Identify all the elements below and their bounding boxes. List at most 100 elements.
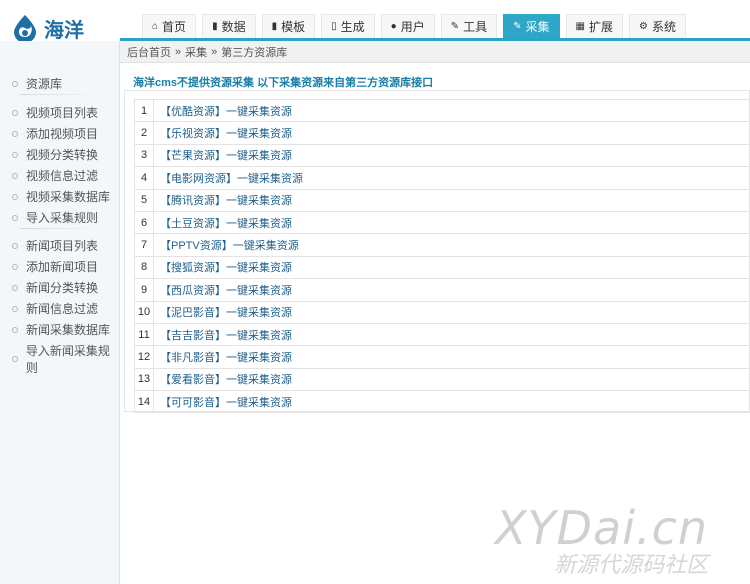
source-table: 1 【优酷资源】一键采集资源 2 【乐视资源】一键采集资源 3 【芒果资源】一键采集资源 4… — [134, 98, 750, 414]
collect-source-link[interactable]: 【非凡影音】一键采集资源 — [153, 345, 750, 369]
sidebar-item[interactable]: 视频信息过滤 — [12, 167, 98, 184]
circle-bullet-icon — [12, 130, 18, 137]
collect-source-link[interactable]: 【爱看影音】一键采集资源 — [153, 367, 750, 392]
row-number: 6 — [134, 210, 154, 235]
collect-source-link[interactable]: 【PPTV资源】一键采集资源 — [153, 233, 750, 257]
collect-source-link[interactable]: 【吉吉影音】一键采集资源 — [153, 322, 750, 347]
tab-5[interactable]: ✎ 工具 — [440, 14, 498, 38]
sidebar-item[interactable]: 新闻采集数据库 — [12, 321, 110, 338]
row-number: 12 — [134, 345, 154, 369]
file-icon: ▮ — [271, 21, 278, 32]
sidebar-item-label: 视频项目列表 — [26, 106, 99, 120]
sidebar-item-label: 资源库 — [26, 77, 63, 91]
tab-6[interactable]: ✎ 采集 — [503, 14, 560, 38]
book-icon: ▮ — [212, 21, 218, 32]
row-number: 2 — [134, 121, 154, 145]
table-row: 11 【吉吉影音】一键采集资源 — [134, 322, 750, 347]
tab-0[interactable]: ⌂ 首页 — [142, 14, 197, 38]
sidebar: 资源库视频项目列表添加视频项目视频分类转换 视频信息过滤 视频采集数据库 导入采集规则… — [0, 41, 120, 584]
sidebar-item-label: 添加新闻项目 — [26, 260, 99, 274]
sidebar-item[interactable]: 导入采集规则 — [12, 209, 98, 226]
sidebar-item[interactable]: 添加视频项目 — [12, 125, 98, 142]
wrench-icon: ✎ — [450, 21, 460, 32]
row-number: 9 — [134, 278, 154, 302]
table-row: 10 【泥巴影音】一键采集资源 — [134, 300, 750, 324]
sidebar-item-label: 新闻信息过滤 — [26, 302, 99, 316]
main-nav: ⌂ 首页 ▮ 数据 ▮ 模板 ▯ 生成 ● 用户 ✎ 工具 ✎ 采集 ▦ 扩展 ⚙ 系统 — [142, 14, 692, 38]
collect-source-link[interactable]: 【西瓜资源】一键采集资源 — [153, 278, 750, 302]
row-number: 8 — [134, 255, 154, 280]
sidebar-item-label: 视频信息过滤 — [26, 169, 99, 183]
sidebar-item[interactable]: 视频采集数据库 — [12, 188, 110, 205]
breadcrumb-separator: » — [211, 45, 218, 58]
sidebar-item[interactable]: 新闻分类转换 — [12, 279, 98, 296]
sidebar-item[interactable]: 新闻信息过滤 — [12, 300, 98, 317]
user-icon: ● — [390, 21, 397, 32]
table-row: 12 【非凡影音】一键采集资源 — [134, 345, 750, 369]
table-row: 1 【优酷资源】一键采集资源 — [134, 98, 750, 123]
tab-label: 模板 — [281, 20, 306, 34]
tab-7[interactable]: ▦ 扩展 — [565, 14, 623, 38]
breadcrumb-separator: » — [175, 45, 182, 58]
circle-bullet-icon — [12, 172, 18, 179]
sidebar-item[interactable]: 视频项目列表 — [12, 104, 98, 121]
table-row: 5 【腾讯资源】一键采集资源 — [134, 188, 750, 212]
watermark-site: XYDai.cn — [495, 501, 709, 555]
document-icon: ▯ — [331, 21, 337, 32]
sidebar-item-label: 导入新闻采集规则 — [25, 344, 110, 375]
row-number: 7 — [134, 233, 154, 257]
collect-source-link[interactable]: 【电影网资源】一键采集资源 — [153, 166, 750, 190]
sitemap-icon: ▦ — [575, 21, 585, 32]
sidebar-item-label: 新闻采集数据库 — [26, 323, 111, 337]
collect-source-link[interactable]: 【泥巴影音】一键采集资源 — [153, 300, 750, 324]
tab-1[interactable]: ▮ 数据 — [202, 14, 256, 38]
breadcrumb-item: 第三方资源库 — [221, 46, 288, 59]
breadcrumb-item[interactable]: 后台首页 — [127, 44, 171, 60]
row-number: 4 — [134, 166, 154, 190]
circle-bullet-icon — [12, 356, 18, 362]
tab-8[interactable]: ⚙ 系统 — [629, 14, 686, 38]
collect-source-link[interactable]: 【腾讯资源】一键采集资源 — [153, 188, 750, 212]
sidebar-item[interactable]: 资源库 — [12, 75, 62, 92]
tab-label: 工具 — [463, 20, 488, 34]
collect-source-link[interactable]: 【优酷资源】一键采集资源 — [153, 98, 750, 123]
collect-source-link[interactable]: 【可可影音】一键采集资源 — [153, 390, 750, 414]
circle-bullet-icon — [12, 151, 18, 158]
table-row: 7 【PPTV资源】一键采集资源 — [134, 233, 750, 257]
table-row: 9 【西瓜资源】一键采集资源 — [134, 278, 750, 302]
gear-icon: ⚙ — [639, 21, 648, 32]
brand-name: 海洋 — [44, 17, 84, 42]
table-row: 8 【搜狐资源】一键采集资源 — [134, 255, 750, 280]
circle-bullet-icon — [12, 109, 18, 116]
tab-label: 扩展 — [588, 20, 613, 34]
table-row: 4 【电影网资源】一键采集资源 — [134, 166, 750, 190]
row-number: 3 — [134, 143, 154, 168]
tab-3[interactable]: ▯ 生成 — [321, 14, 375, 38]
collect-source-link[interactable]: 【土豆资源】一键采集资源 — [153, 210, 750, 235]
sidebar-item[interactable]: 添加新闻项目 — [12, 258, 98, 275]
watermark: XYDai.cn 新源代源码社区 — [495, 505, 708, 579]
sidebar-item[interactable]: 导入新闻采集规则 — [12, 342, 119, 376]
row-number: 13 — [134, 367, 154, 392]
collect-source-link[interactable]: 【芒果资源】一键采集资源 — [153, 143, 750, 168]
circle-bullet-icon — [12, 80, 18, 87]
tab-2[interactable]: ▮ 模板 — [261, 14, 316, 38]
collect-source-link[interactable]: 【乐视资源】一键采集资源 — [153, 121, 750, 145]
table-row: 6 【土豆资源】一键采集资源 — [134, 210, 750, 235]
sidebar-item[interactable]: 视频分类转换 — [12, 146, 98, 163]
tab-label: 生成 — [340, 20, 365, 34]
sidebar-item[interactable]: 新闻项目列表 — [12, 237, 98, 254]
row-number: 1 — [134, 98, 154, 123]
sidebar-item-label: 视频分类转换 — [26, 148, 99, 162]
water-drop-icon — [14, 15, 36, 43]
top-bar: 海洋 ⌂ 首页 ▮ 数据 ▮ 模板 ▯ 生成 ● 用户 ✎ 工具 ✎ 采集 ▦ 扩展 ⚙ 系统 — [0, 0, 750, 43]
collect-source-link[interactable]: 【搜狐资源】一键采集资源 — [153, 255, 750, 280]
sidebar-item-label: 导入采集规则 — [26, 211, 99, 225]
sidebar-item-label: 新闻分类转换 — [26, 281, 99, 295]
breadcrumb-item[interactable]: 采集 — [185, 44, 207, 60]
sidebar-divider — [20, 228, 100, 229]
circle-bullet-icon — [12, 326, 18, 333]
breadcrumb: 后台首页» 采集» 第三方资源库 — [120, 41, 750, 63]
circle-bullet-icon — [12, 305, 18, 312]
tab-4[interactable]: ● 用户 — [380, 14, 435, 38]
